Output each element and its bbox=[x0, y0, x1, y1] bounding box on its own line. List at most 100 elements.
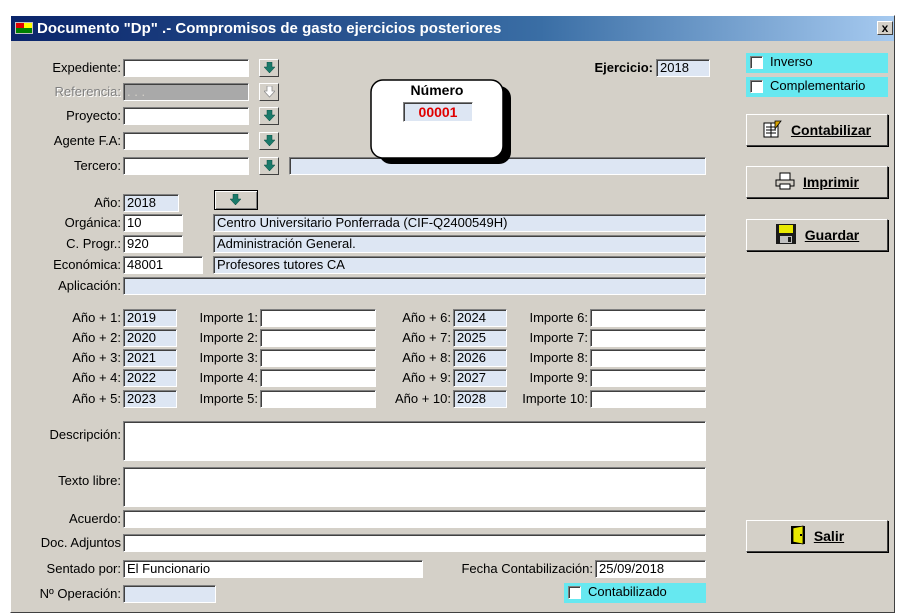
importe-field[interactable] bbox=[590, 349, 706, 367]
expediente-lookup-button[interactable] bbox=[259, 59, 279, 77]
proyecto-label: Proyecto: bbox=[66, 108, 121, 123]
year-offset-field: 2019 bbox=[123, 309, 177, 327]
complementario-label: Complementario bbox=[770, 78, 866, 93]
inverso-checkbox[interactable]: Inverso bbox=[746, 53, 888, 73]
importe-label: Importe 5: bbox=[199, 391, 258, 406]
acuerdo-field[interactable] bbox=[123, 510, 706, 528]
importe-field[interactable] bbox=[590, 309, 706, 327]
year-offset-label: Año + 10: bbox=[394, 391, 451, 406]
year-offset-field: 2027 bbox=[453, 369, 507, 387]
expediente-label: Expediente: bbox=[52, 60, 121, 75]
sentado-field[interactable]: El Funcionario bbox=[123, 560, 423, 578]
cprogr-field[interactable]: 920 bbox=[123, 235, 183, 253]
document-window: Documento "Dp" .- Compromisos de gasto e… bbox=[10, 15, 895, 613]
descripcion-label: Descripción: bbox=[49, 427, 121, 442]
proyecto-lookup-button[interactable] bbox=[259, 107, 279, 125]
referencia-lookup-button bbox=[259, 83, 279, 101]
budget-lookup-button[interactable] bbox=[214, 190, 258, 210]
anio-label: Año: bbox=[11, 194, 121, 212]
adjuntos-label: Doc. Adjuntos bbox=[40, 535, 121, 550]
organica-label: Orgánica: bbox=[64, 215, 121, 230]
fecha-label: Fecha Contabilización: bbox=[461, 561, 593, 576]
acuerdo-label: Acuerdo: bbox=[68, 511, 121, 526]
year-offset-label: Año + 8: bbox=[402, 350, 451, 365]
tercero-label: Tercero: bbox=[74, 158, 121, 173]
numero-label: Número bbox=[410, 82, 464, 98]
printer-icon bbox=[775, 172, 795, 193]
down-arrow-icon bbox=[264, 110, 275, 122]
contabilizado-checkbox[interactable]: Contabilizado bbox=[564, 583, 706, 603]
economica-label: Económica: bbox=[53, 257, 121, 272]
agente-lookup-button[interactable] bbox=[259, 132, 279, 150]
salir-label: Salir bbox=[813, 528, 845, 544]
inverso-label: Inverso bbox=[770, 54, 813, 69]
importe-label: Importe 7: bbox=[529, 330, 588, 345]
contabilizar-label: Contabilizar bbox=[790, 122, 872, 138]
down-arrow-icon bbox=[230, 194, 241, 206]
tercero-lookup-button[interactable] bbox=[259, 157, 279, 175]
importe-field[interactable] bbox=[590, 390, 706, 408]
importe-label: Importe 2: bbox=[199, 330, 258, 345]
economica-desc: Profesores tutores CA bbox=[213, 256, 706, 274]
contabilizado-label: Contabilizado bbox=[588, 584, 667, 599]
referencia-label: Referencia: bbox=[54, 84, 121, 99]
importe-label: Importe 6: bbox=[529, 310, 588, 325]
year-offset-label: Año + 1: bbox=[72, 310, 121, 325]
importe-field[interactable] bbox=[590, 369, 706, 387]
down-arrow-icon bbox=[264, 62, 275, 74]
expediente-field[interactable] bbox=[123, 59, 249, 77]
cprogr-desc: Administración General. bbox=[213, 235, 706, 253]
importe-label: Importe 3: bbox=[199, 350, 258, 365]
imprimir-button[interactable]: Imprimir bbox=[746, 166, 888, 198]
ejercicio-field: 2018 bbox=[656, 59, 710, 77]
economica-field[interactable]: 48001 bbox=[123, 256, 203, 274]
texto-libre-label: Texto libre: bbox=[58, 473, 121, 488]
anio-label-text: Año: bbox=[94, 195, 121, 210]
window-title: Documento "Dp" .- Compromisos de gasto e… bbox=[37, 20, 502, 37]
importe-label: Importe 9: bbox=[529, 370, 588, 385]
close-button[interactable]: x bbox=[877, 21, 893, 35]
year-offset-field: 2026 bbox=[453, 349, 507, 367]
year-offset-label: Año + 2: bbox=[72, 330, 121, 345]
referencia-field: . . . bbox=[123, 83, 249, 101]
agente-label: Agente F.A: bbox=[53, 133, 121, 148]
year-offset-label: Año + 5: bbox=[72, 391, 121, 406]
year-offset-label: Año + 9: bbox=[402, 370, 451, 385]
year-offset-field: 2021 bbox=[123, 349, 177, 367]
inverso-checkbox-box[interactable] bbox=[750, 56, 763, 69]
fecha-field[interactable]: 25/09/2018 bbox=[595, 560, 706, 578]
year-offset-field: 2022 bbox=[123, 369, 177, 387]
importe-label: Importe 10: bbox=[522, 391, 588, 406]
year-offset-field: 2023 bbox=[123, 390, 177, 408]
salir-button[interactable]: Salir bbox=[746, 520, 888, 552]
down-arrow-icon bbox=[264, 160, 275, 172]
proyecto-field[interactable] bbox=[123, 107, 249, 125]
complementario-checkbox-box[interactable] bbox=[750, 80, 763, 93]
texto-libre-field[interactable] bbox=[123, 467, 706, 507]
numero-field: 00001 bbox=[403, 102, 473, 122]
imprimir-label: Imprimir bbox=[802, 174, 859, 190]
title-bar[interactable]: Documento "Dp" .- Compromisos de gasto e… bbox=[11, 16, 894, 41]
anio-field: 2018 bbox=[123, 194, 179, 212]
floppy-disk-icon bbox=[775, 223, 797, 248]
noperacion-field bbox=[123, 585, 216, 603]
adjuntos-field[interactable] bbox=[123, 534, 706, 552]
guardar-button[interactable]: Guardar bbox=[746, 219, 888, 251]
importe-label: Importe 4: bbox=[199, 370, 258, 385]
ledger-icon bbox=[763, 120, 783, 141]
contabilizar-button[interactable]: Contabilizar bbox=[746, 114, 888, 146]
year-offset-label: Año + 6: bbox=[402, 310, 451, 325]
importe-label: Importe 8: bbox=[529, 350, 588, 365]
agente-field[interactable] bbox=[123, 132, 249, 150]
organica-desc: Centro Universitario Ponferrada (CIF-Q24… bbox=[213, 214, 706, 232]
ejercicio-label: Ejercicio: bbox=[594, 60, 653, 75]
organica-field[interactable]: 10 bbox=[123, 214, 183, 232]
tercero-field[interactable] bbox=[123, 157, 249, 175]
importe-field[interactable] bbox=[590, 329, 706, 347]
year-offset-field: 2028 bbox=[453, 390, 507, 408]
aplicacion-label: Aplicación: bbox=[58, 278, 121, 293]
year-offset-label: Año + 7: bbox=[402, 330, 451, 345]
complementario-checkbox[interactable]: Complementario bbox=[746, 77, 888, 97]
contabilizado-checkbox-box[interactable] bbox=[568, 586, 581, 599]
descripcion-field[interactable] bbox=[123, 421, 706, 461]
